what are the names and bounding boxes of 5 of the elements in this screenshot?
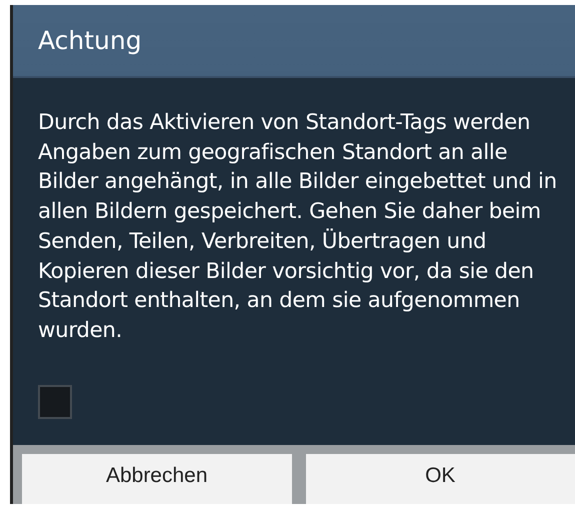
dialog-message: Durch das Aktivieren von Standort-Tags werden Angaben zum geografischen Standort an alle Bilder angehängt, in alle Bilder eingebettet und in allen Bildern gespeichert. Gehen Sie daher beim Senden, Teilen, Verbreiten, Übertragen und Kopieren dieser Bilder vorsichtig vor, da sie den Standort enthalten, an dem sie aufgenommen wurden. xyxy=(38,109,558,345)
dialog-button[interactable]: OK xyxy=(306,454,575,504)
checkbox[interactable] xyxy=(38,384,72,419)
dialog-button[interactable]: Abbrechen xyxy=(22,454,292,504)
dialog-title: Achtung xyxy=(38,26,142,55)
